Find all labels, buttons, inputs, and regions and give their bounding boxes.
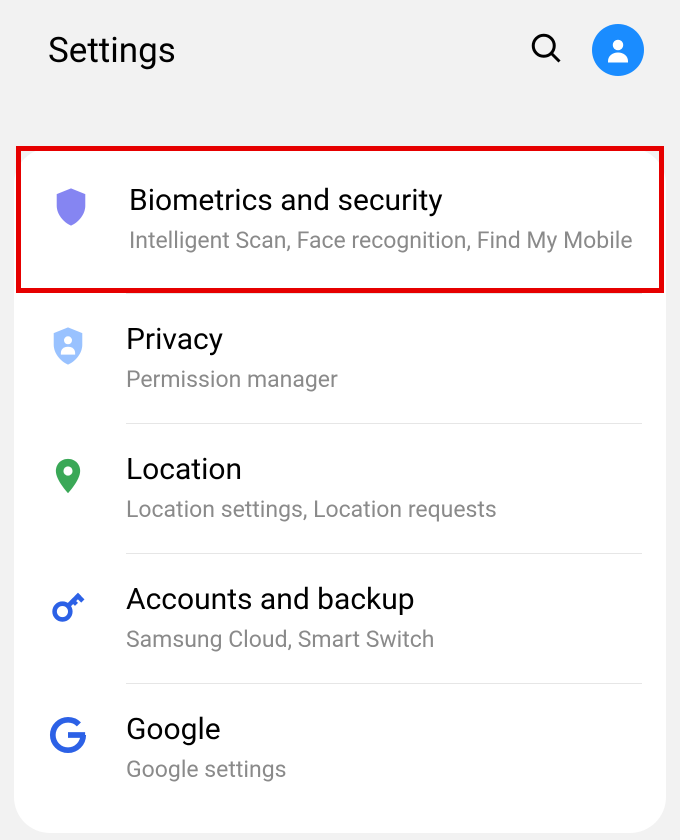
list-item-location[interactable]: Location Location settings, Location req… [14,424,666,553]
location-pin-icon [44,452,92,496]
page-title: Settings [48,30,176,71]
item-text: Privacy Permission manager [126,322,642,395]
item-title: Biometrics and security [129,183,635,219]
item-subtitle: Location settings, Location requests [126,494,642,525]
list-item-biometrics-security[interactable]: Biometrics and security Intelligent Scan… [21,151,659,288]
search-icon[interactable] [528,30,564,70]
item-title: Google [126,712,642,748]
header-actions [528,24,644,76]
item-text: Google Google settings [126,712,642,785]
profile-icon[interactable] [592,24,644,76]
google-icon [44,712,92,754]
item-text: Biometrics and security Intelligent Scan… [129,183,635,256]
item-subtitle: Google settings [126,754,642,785]
key-icon [44,582,92,626]
item-title: Privacy [126,322,642,358]
header: Settings [0,0,680,100]
shield-icon [47,183,95,227]
item-subtitle: Samsung Cloud, Smart Switch [126,624,642,655]
privacy-shield-icon [44,322,92,366]
list-item-accounts-backup[interactable]: Accounts and backup Samsung Cloud, Smart… [14,554,666,683]
item-text: Location Location settings, Location req… [126,452,642,525]
list-item-privacy[interactable]: Privacy Permission manager [14,294,666,423]
item-subtitle: Permission manager [126,364,642,395]
item-title: Accounts and backup [126,582,642,618]
item-subtitle: Intelligent Scan, Face recognition, Find… [129,225,635,256]
item-title: Location [126,452,642,488]
item-text: Accounts and backup Samsung Cloud, Smart… [126,582,642,655]
settings-list: Biometrics and security Intelligent Scan… [14,148,666,833]
list-item-google[interactable]: Google Google settings [14,684,666,813]
highlighted-item: Biometrics and security Intelligent Scan… [16,146,664,293]
